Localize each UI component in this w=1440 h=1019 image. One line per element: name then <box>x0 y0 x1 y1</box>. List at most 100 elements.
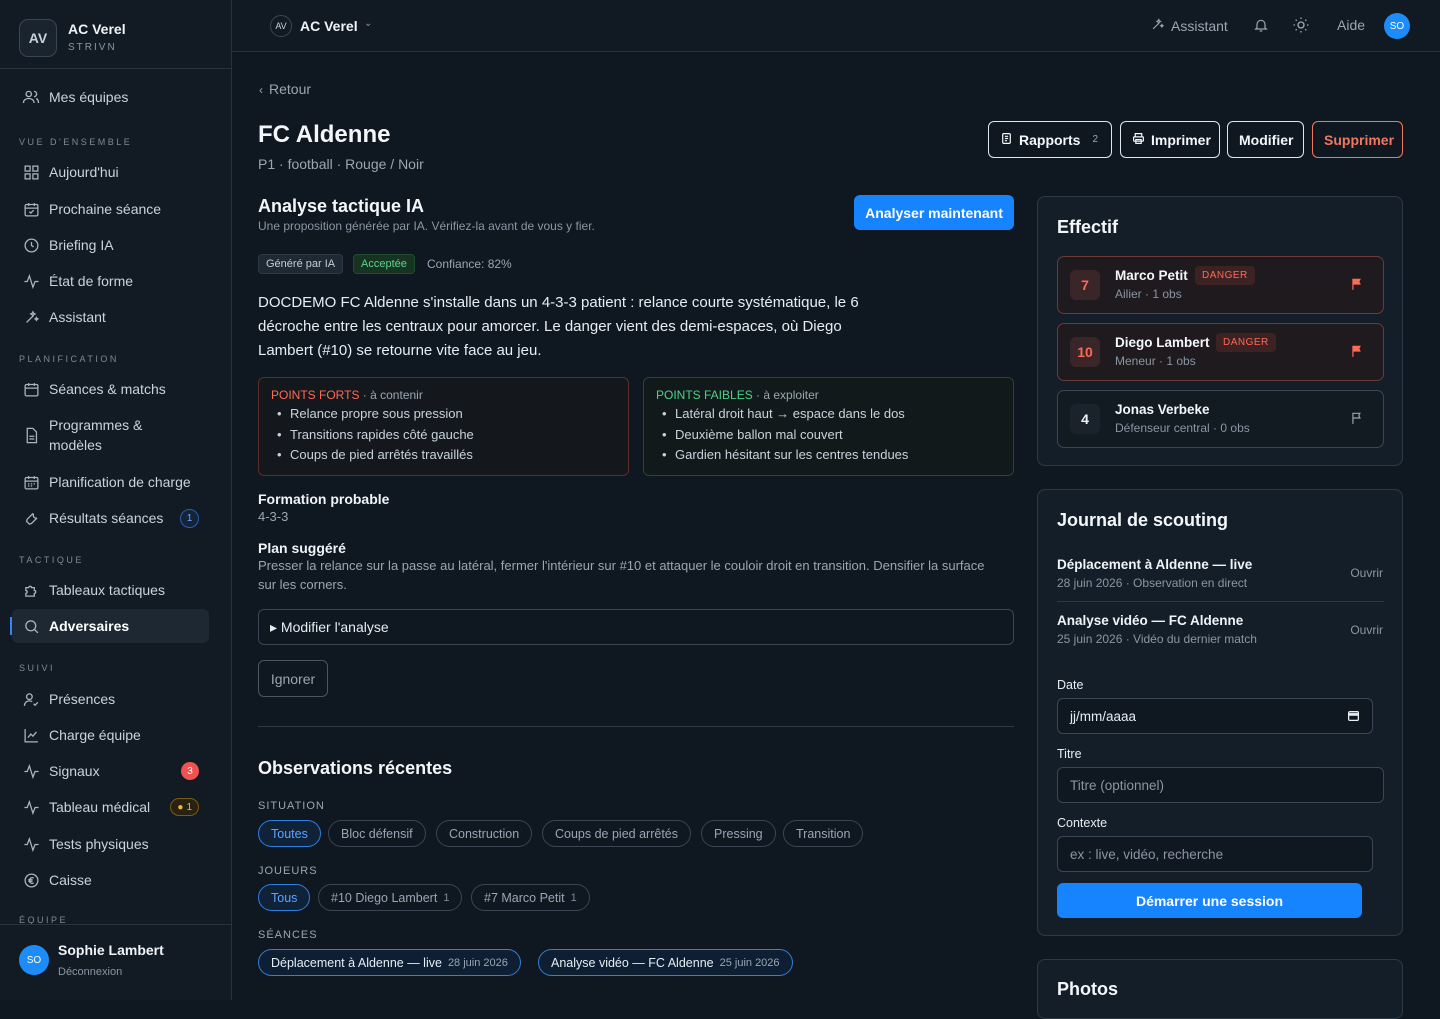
back-label: Retour <box>269 81 312 97</box>
page-subtitle: P1 · football · Rouge / Noir <box>258 156 424 172</box>
sun-icon[interactable] <box>1292 16 1310 37</box>
filter-situation-transition[interactable]: Transition <box>783 820 864 847</box>
sidebar-item-boards[interactable]: Tableaux tactiques <box>12 573 209 607</box>
sidebar-item-opponents[interactable]: Adversaires <box>10 609 209 643</box>
sidebar-item-assistant[interactable]: Assistant <box>12 300 209 334</box>
strengths-list: Relance propre sous pression Transitions… <box>271 404 616 466</box>
sidebar-item-medical[interactable]: Tableau médical ● 1 <box>12 790 209 824</box>
ai-generated-tag: Généré par IA <box>258 254 344 274</box>
sidebar-item-team-load[interactable]: Charge équipe <box>12 718 209 752</box>
analysis-summary: DOCDEMO FC Aldenne s'installe dans un 4-… <box>258 294 859 359</box>
delete-button[interactable]: Supprimer <box>1312 121 1403 158</box>
divider <box>258 726 1014 727</box>
avatar[interactable]: SO <box>1384 13 1410 39</box>
sidebar-item-label: Planification de charge <box>49 474 191 490</box>
danger-badge: DANGER <box>1195 266 1255 285</box>
player-name: Diego Lambert <box>1115 335 1210 350</box>
sidebar-item-label: Séances & matchs <box>49 381 166 397</box>
start-session-button[interactable]: Démarrer une session <box>1057 883 1362 918</box>
filter-date: 25 juin 2026 <box>719 956 780 969</box>
list-item: Coups de pied arrêtés travaillés <box>271 445 616 466</box>
sidebar-item-label: Charge équipe <box>49 727 141 743</box>
club-avatar[interactable]: AV <box>270 15 292 37</box>
chevron-down-icon[interactable]: ⌄ <box>364 18 372 29</box>
filter-situation-set-pieces[interactable]: Coups de pied arrêtés <box>542 820 691 847</box>
roster-panel: Effectif 7 Marco Petit DANGER Ailier · 1… <box>1037 196 1403 466</box>
sidebar-item-fitness[interactable]: État de forme <box>12 264 209 298</box>
sidebar-item-load-planning[interactable]: Planification de charge <box>12 465 209 499</box>
weaknesses-hint: · à exploiter <box>756 388 819 402</box>
main-content: ‹ Retour FC Aldenne P1 · football · Rouge… <box>232 53 1440 1019</box>
player-name: Jonas Verbeke <box>1115 402 1210 417</box>
logout-link[interactable]: Déconnexion <box>58 966 122 978</box>
weaknesses-card: POINTS FAIBLES · à exploiter Latéral dro… <box>643 377 1014 476</box>
sidebar-item-attendance[interactable]: Présences <box>12 682 209 716</box>
print-button[interactable]: Imprimer <box>1120 121 1220 158</box>
weaknesses-title: POINTS FAIBLES <box>656 388 753 402</box>
pulse-icon <box>22 762 40 780</box>
filter-label: Déplacement à Aldenne — live <box>271 955 442 970</box>
flag-icon[interactable] <box>1350 277 1364 294</box>
sidebar-item-sessions[interactable]: Séances & matchs <box>12 372 209 406</box>
bell-icon[interactable] <box>1253 17 1269 36</box>
sidebar-item-programs[interactable]: Programmes & modèles <box>12 412 209 458</box>
assistant-button[interactable]: Assistant <box>1150 17 1228 35</box>
sidebar-item-results[interactable]: Résultats séances 1 <box>12 501 209 535</box>
signals-count-badge: 3 <box>181 762 199 780</box>
date-field[interactable]: jj/mm/aaaa <box>1057 698 1373 734</box>
scouting-entry-sub: 28 juin 2026 · Observation en direct <box>1057 576 1248 590</box>
filter-player-all[interactable]: Tous <box>258 884 311 911</box>
sidebar-item-signals[interactable]: Signaux 3 <box>12 754 209 788</box>
grid-icon <box>22 163 40 181</box>
sidebar-item-tests[interactable]: Tests physiques <box>12 827 209 861</box>
edit-analysis-toggle[interactable]: ▸ Modifier l'analyse <box>258 609 1014 645</box>
filter-player-marco[interactable]: #7 Marco Petit 1 <box>471 884 590 911</box>
sidebar-item-label: Tests physiques <box>49 836 149 852</box>
analyze-now-button[interactable]: Analyser maintenant <box>854 195 1014 230</box>
context-field[interactable]: ex : live, vidéo, recherche <box>1057 836 1373 872</box>
filter-situation-defensive-block[interactable]: Bloc défensif <box>328 820 426 847</box>
sidebar-item-cash[interactable]: Caisse <box>12 863 209 897</box>
flag-icon[interactable] <box>1350 344 1364 361</box>
weaknesses-header: POINTS FAIBLES · à exploiter <box>656 388 1001 402</box>
results-count-badge: 1 <box>180 509 199 528</box>
sidebar-item-next-session[interactable]: Prochaine séance <box>12 192 209 226</box>
status-badge: Acceptée <box>353 254 415 274</box>
open-entry-link[interactable]: Ouvrir <box>1350 623 1383 637</box>
filter-player-diego[interactable]: #10 Diego Lambert 1 <box>318 884 463 911</box>
dot-icon: ● <box>177 801 184 813</box>
filter-situation-pressing[interactable]: Pressing <box>701 820 776 847</box>
filter-situation-build-up[interactable]: Construction <box>436 820 533 847</box>
calendar-icon[interactable] <box>1347 709 1360 725</box>
reports-button[interactable]: Rapports 2 <box>988 121 1112 158</box>
roster-player-card[interactable]: 7 Marco Petit DANGER Ailier · 1 obs <box>1057 256 1384 314</box>
edit-button[interactable]: Modifier <box>1227 121 1304 158</box>
brand-subtitle: STRIVN <box>68 42 117 53</box>
filter-session-video[interactable]: Analyse vidéo — FC Aldenne 25 juin 2026 <box>538 949 793 976</box>
roster-player-card[interactable]: 10 Diego Lambert DANGER Meneur · 1 obs <box>1057 323 1384 381</box>
club-switcher[interactable]: AC Verel <box>300 18 358 34</box>
analysis-subtitle: Une proposition générée par IA. Vérifiez… <box>258 219 595 233</box>
filter-situation-all[interactable]: Toutes <box>258 820 321 847</box>
sidebar-item-label: Tableau médical <box>49 799 151 815</box>
title-field[interactable]: Titre (optionnel) <box>1057 767 1384 803</box>
user-check-icon <box>22 690 40 708</box>
flag-icon[interactable] <box>1350 411 1364 428</box>
filter-date: 28 juin 2026 <box>447 956 508 969</box>
sidebar-item-briefing[interactable]: Briefing IA <box>12 228 209 262</box>
open-entry-link[interactable]: Ouvrir <box>1350 566 1383 580</box>
brand[interactable]: AV AC Verel STRIVN <box>0 0 231 69</box>
sidebar-item-label: Assistant <box>49 309 106 325</box>
filter-session-live[interactable]: Déplacement à Aldenne — live 28 juin 2026 <box>258 949 521 976</box>
section-title-followup: SUIVI <box>19 663 56 673</box>
ignore-button[interactable]: Ignorer <box>258 660 328 697</box>
filter-label: Tous <box>271 890 298 905</box>
sidebar-item-label: Prochaine séance <box>49 201 162 217</box>
sidebar-item-teams[interactable]: Mes équipes <box>12 80 209 114</box>
section-title-planning: PLANIFICATION <box>19 354 119 364</box>
back-link[interactable]: ‹ Retour <box>259 81 311 97</box>
help-link[interactable]: Aide <box>1337 17 1365 33</box>
sidebar-item-today[interactable]: Aujourd'hui <box>12 155 209 189</box>
roster-player-card[interactable]: 4 Jonas Verbeke Défenseur central · 0 ob… <box>1057 390 1384 448</box>
avatar[interactable]: SO <box>19 945 49 975</box>
